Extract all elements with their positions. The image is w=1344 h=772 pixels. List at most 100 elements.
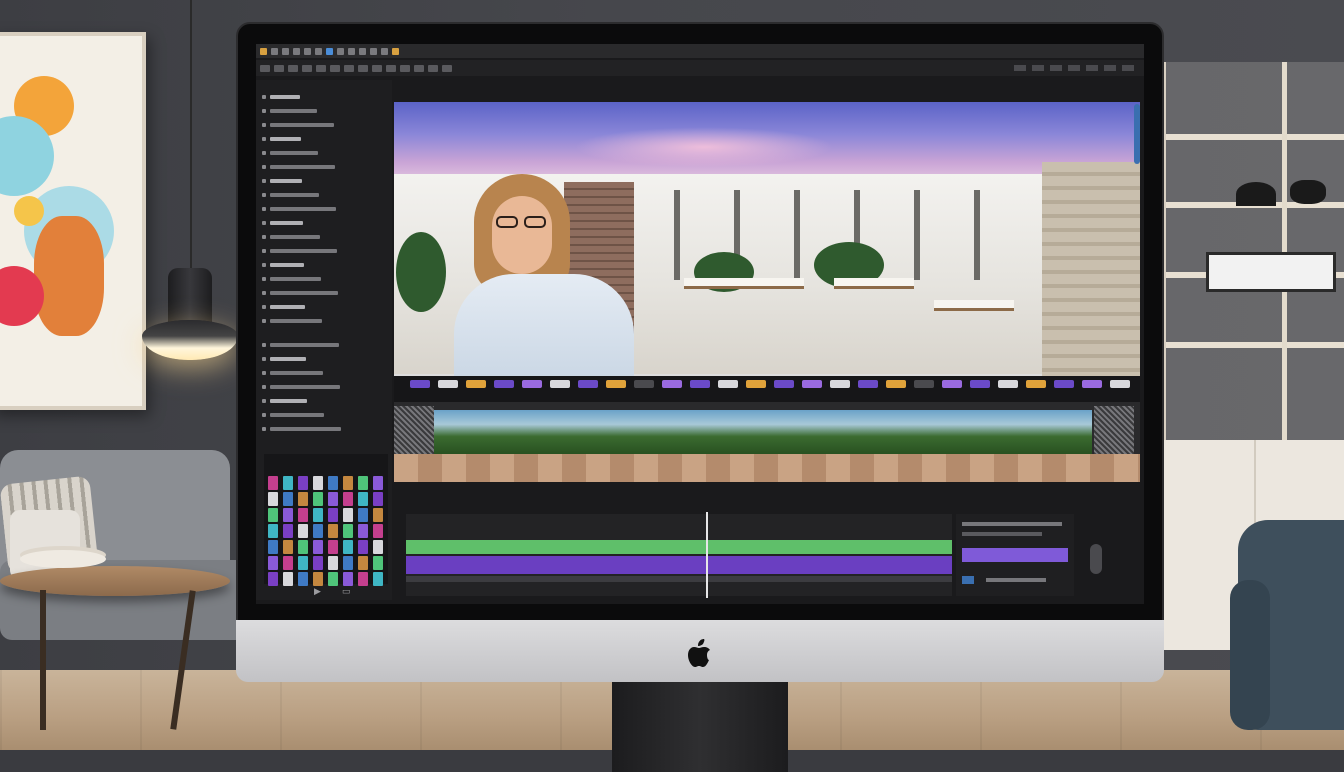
- panel-row[interactable]: [262, 122, 334, 128]
- filmstrip-frame[interactable]: [494, 380, 514, 388]
- media-thumbnail[interactable]: [298, 476, 308, 490]
- panel-row[interactable]: [262, 94, 300, 100]
- media-thumbnail[interactable]: [373, 492, 383, 506]
- media-thumbnail[interactable]: [313, 556, 323, 570]
- media-thumbnail[interactable]: [268, 556, 278, 570]
- media-thumbnail[interactable]: [283, 540, 293, 554]
- media-thumbnail[interactable]: [268, 540, 278, 554]
- panel-row[interactable]: [262, 318, 322, 324]
- filmstrip-frame[interactable]: [662, 380, 682, 388]
- video-track-purple[interactable]: [406, 556, 952, 574]
- media-thumbnail[interactable]: [373, 476, 383, 490]
- panel-row[interactable]: [262, 108, 317, 114]
- filmstrip-frame[interactable]: [886, 380, 906, 388]
- filmstrip-frame[interactable]: [410, 380, 430, 388]
- inspector-button[interactable]: [962, 576, 974, 584]
- panel-row[interactable]: [262, 356, 306, 362]
- media-thumbnail[interactable]: [298, 556, 308, 570]
- filmstrip-frame[interactable]: [718, 380, 738, 388]
- media-thumbnail[interactable]: [283, 572, 293, 586]
- media-thumbnail[interactable]: [373, 540, 383, 554]
- window-control[interactable]: [1050, 65, 1062, 71]
- media-thumbnail[interactable]: [328, 572, 338, 586]
- toolbar-button[interactable]: [428, 64, 438, 72]
- video-preview[interactable]: [394, 102, 1140, 402]
- media-thumbnail[interactable]: [268, 524, 278, 538]
- toolbar-button[interactable]: [260, 64, 270, 72]
- panel-row[interactable]: [262, 164, 335, 170]
- media-thumbnail[interactable]: [313, 492, 323, 506]
- media-thumbnail[interactable]: [373, 572, 383, 586]
- menu-item[interactable]: [271, 47, 278, 55]
- filmstrip-frame[interactable]: [466, 380, 486, 388]
- filmstrip-frame[interactable]: [998, 380, 1018, 388]
- menu-item[interactable]: [359, 47, 366, 55]
- panel-row[interactable]: [262, 342, 339, 348]
- filmstrip-frame[interactable]: [830, 380, 850, 388]
- media-thumbnail[interactable]: [343, 572, 353, 586]
- filmstrip-frame[interactable]: [550, 380, 570, 388]
- media-thumbnail[interactable]: [328, 492, 338, 506]
- filmstrip-frame[interactable]: [1110, 380, 1130, 388]
- media-thumbnail[interactable]: [358, 508, 368, 522]
- window-control[interactable]: [1032, 65, 1044, 71]
- media-thumbnail[interactable]: [358, 492, 368, 506]
- filmstrip-frame[interactable]: [522, 380, 542, 388]
- media-thumbnail[interactable]: [268, 508, 278, 522]
- menu-item[interactable]: [304, 47, 311, 55]
- toolbar-button[interactable]: [400, 64, 410, 72]
- media-thumbnail[interactable]: [343, 524, 353, 538]
- filmstrip-frame[interactable]: [802, 380, 822, 388]
- media-thumbnail[interactable]: [283, 476, 293, 490]
- toolbar-button[interactable]: [372, 64, 382, 72]
- media-thumbnail[interactable]: [358, 556, 368, 570]
- media-thumbnail[interactable]: [283, 492, 293, 506]
- panel-row[interactable]: [262, 290, 338, 296]
- panel-row[interactable]: [262, 178, 302, 184]
- filmstrip-frame[interactable]: [1054, 380, 1074, 388]
- media-thumbnail[interactable]: [373, 556, 383, 570]
- media-thumbnail[interactable]: [328, 540, 338, 554]
- media-thumbnail[interactable]: [358, 540, 368, 554]
- media-thumbnail[interactable]: [328, 524, 338, 538]
- toolbar-button[interactable]: [442, 64, 452, 72]
- filmstrip-frame[interactable]: [774, 380, 794, 388]
- menu-item[interactable]: [315, 47, 322, 55]
- menu-item[interactable]: [260, 47, 267, 55]
- filmstrip-frame[interactable]: [858, 380, 878, 388]
- media-thumbnail[interactable]: [298, 508, 308, 522]
- media-thumbnail[interactable]: [373, 508, 383, 522]
- timeline[interactable]: [406, 512, 952, 598]
- panel-row[interactable]: [262, 370, 323, 376]
- menu-item[interactable]: [370, 47, 377, 55]
- toolbar-button[interactable]: [358, 64, 368, 72]
- playhead[interactable]: [706, 512, 709, 598]
- media-thumbnail[interactable]: [373, 524, 383, 538]
- toolbar-button[interactable]: [386, 64, 396, 72]
- media-thumbnail[interactable]: [313, 508, 323, 522]
- panel-row[interactable]: [262, 136, 301, 142]
- menu-item[interactable]: [326, 47, 333, 55]
- media-thumbnail[interactable]: [328, 556, 338, 570]
- panel-row[interactable]: [262, 304, 305, 310]
- panel-row[interactable]: [262, 412, 324, 418]
- media-thumbnail[interactable]: [313, 540, 323, 554]
- media-thumbnail[interactable]: [268, 476, 278, 490]
- toolbar-button[interactable]: [302, 64, 312, 72]
- panel-row[interactable]: [262, 150, 318, 156]
- media-thumbnail[interactable]: [268, 492, 278, 506]
- window-control[interactable]: [1068, 65, 1080, 71]
- toolbar-button[interactable]: [274, 64, 284, 72]
- toolbar-button[interactable]: [316, 64, 326, 72]
- filmstrip-frame[interactable]: [438, 380, 458, 388]
- media-thumbnail[interactable]: [328, 476, 338, 490]
- filmstrip-frame[interactable]: [1026, 380, 1046, 388]
- menu-item[interactable]: [348, 47, 355, 55]
- panel-row[interactable]: [262, 234, 320, 240]
- media-thumbnail[interactable]: [298, 492, 308, 506]
- menu-item[interactable]: [392, 47, 399, 55]
- panel-row[interactable]: [262, 192, 319, 198]
- media-thumbnail[interactable]: [298, 540, 308, 554]
- window-control[interactable]: [1014, 65, 1026, 71]
- media-thumbnail[interactable]: [358, 572, 368, 586]
